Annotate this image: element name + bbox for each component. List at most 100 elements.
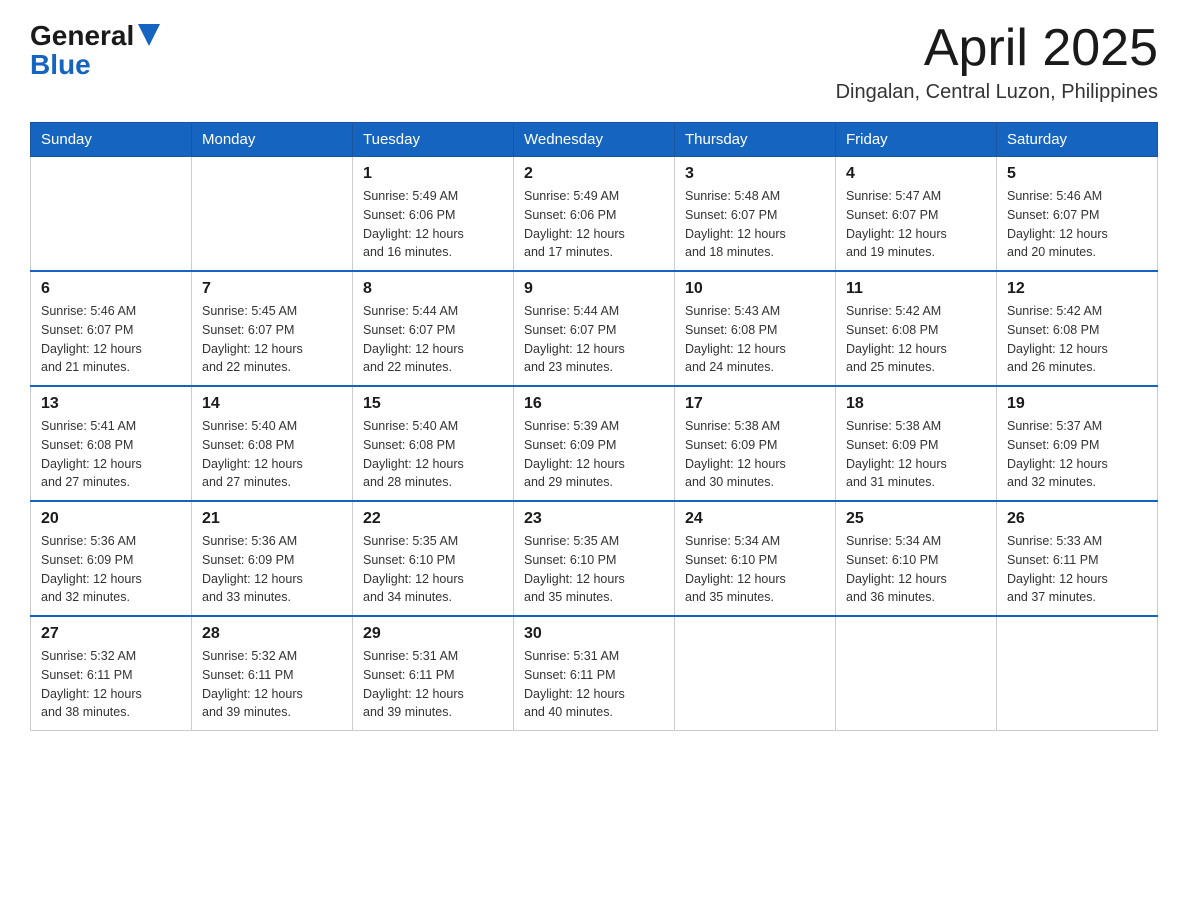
calendar-cell-w1-d2	[192, 157, 353, 272]
calendar-cell-w4-d1: 20 Sunrise: 5:36 AMSunset: 6:09 PMDayligh…	[31, 501, 192, 616]
calendar-cell-w3-d1: 13Sunrise: 5:41 AMSunset: 6:08 PMDayligh…	[31, 386, 192, 501]
calendar-week-3: 13Sunrise: 5:41 AMSunset: 6:08 PMDayligh…	[31, 386, 1158, 501]
day-number: 9	[524, 280, 664, 298]
day-info: Sunrise: 5:48 AMSunset: 6:07 PMDaylight:…	[685, 187, 825, 262]
day-number: 27	[41, 625, 181, 643]
logo-general-text: General	[30, 22, 134, 50]
day-info: Sunrise: 5:42 AMSunset: 6:08 PMDaylight:…	[1007, 302, 1147, 377]
col-saturday: Saturday	[997, 123, 1158, 157]
calendar-cell-w1-d6: 4 Sunrise: 5:47 AMSunset: 6:07 PMDaylight…	[836, 157, 997, 272]
calendar-cell-w5-d2: 28 Sunrise: 5:32 AMSunset: 6:11 PMDayligh…	[192, 616, 353, 731]
col-thursday: Thursday	[675, 123, 836, 157]
calendar-cell-w1-d4: 2 Sunrise: 5:49 AMSunset: 6:06 PMDaylight…	[514, 157, 675, 272]
day-number: 13	[41, 395, 181, 413]
month-title: April 2025	[836, 20, 1158, 77]
day-info: Sunrise: 5:45 AMSunset: 6:07 PMDaylight:…	[202, 302, 342, 377]
day-number: 3	[685, 165, 825, 183]
day-info: Sunrise: 5:39 AMSunset: 6:09 PMDaylight:…	[524, 417, 664, 492]
calendar-cell-w4-d3: 22 Sunrise: 5:35 AMSunset: 6:10 PMDayligh…	[353, 501, 514, 616]
calendar-cell-w3-d3: 15Sunrise: 5:40 AMSunset: 6:08 PMDayligh…	[353, 386, 514, 501]
day-info: Sunrise: 5:46 AMSunset: 6:07 PMDaylight:…	[1007, 187, 1147, 262]
calendar-cell-w4-d6: 25 Sunrise: 5:34 AMSunset: 6:10 PMDayligh…	[836, 501, 997, 616]
calendar-cell-w2-d6: 11Sunrise: 5:42 AMSunset: 6:08 PMDayligh…	[836, 271, 997, 386]
day-number: 8	[363, 280, 503, 298]
day-number: 14	[202, 395, 342, 413]
day-number: 26	[1007, 510, 1147, 528]
calendar-cell-w2-d1: 6 Sunrise: 5:46 AMSunset: 6:07 PMDaylight…	[31, 271, 192, 386]
day-number: 18	[846, 395, 986, 413]
day-number: 11	[846, 280, 986, 298]
calendar-table: Sunday Monday Tuesday Wednesday Thursday…	[30, 122, 1158, 731]
day-number: 29	[363, 625, 503, 643]
calendar-cell-w1-d7: 5Sunrise: 5:46 AMSunset: 6:07 PMDaylight…	[997, 157, 1158, 272]
day-info: Sunrise: 5:38 AMSunset: 6:09 PMDaylight:…	[846, 417, 986, 492]
calendar-cell-w5-d1: 27 Sunrise: 5:32 AMSunset: 6:11 PMDayligh…	[31, 616, 192, 731]
location-text: Dingalan, Central Luzon, Philippines	[836, 81, 1158, 104]
calendar-cell-w3-d7: 19Sunrise: 5:37 AMSunset: 6:09 PMDayligh…	[997, 386, 1158, 501]
day-number: 20	[41, 510, 181, 528]
day-info: Sunrise: 5:49 AMSunset: 6:06 PMDaylight:…	[363, 187, 503, 262]
day-number: 2	[524, 165, 664, 183]
day-number: 28	[202, 625, 342, 643]
page-header: General Blue April 2025 Dingalan, Centra…	[30, 20, 1158, 104]
day-info: Sunrise: 5:34 AMSunset: 6:10 PMDaylight:…	[685, 532, 825, 607]
calendar-week-4: 20 Sunrise: 5:36 AMSunset: 6:09 PMDayligh…	[31, 501, 1158, 616]
day-info: Sunrise: 5:36 AMSunset: 6:09 PMDaylight:…	[202, 532, 342, 607]
col-sunday: Sunday	[31, 123, 192, 157]
day-info: Sunrise: 5:44 AMSunset: 6:07 PMDaylight:…	[524, 302, 664, 377]
calendar-week-5: 27 Sunrise: 5:32 AMSunset: 6:11 PMDayligh…	[31, 616, 1158, 731]
calendar-cell-w1-d1	[31, 157, 192, 272]
calendar-cell-w5-d4: 30Sunrise: 5:31 AMSunset: 6:11 PMDayligh…	[514, 616, 675, 731]
col-wednesday: Wednesday	[514, 123, 675, 157]
day-info: Sunrise: 5:33 AMSunset: 6:11 PMDaylight:…	[1007, 532, 1147, 607]
day-number: 6	[41, 280, 181, 298]
day-info: Sunrise: 5:31 AMSunset: 6:11 PMDaylight:…	[363, 647, 503, 722]
day-number: 21	[202, 510, 342, 528]
day-info: Sunrise: 5:35 AMSunset: 6:10 PMDaylight:…	[363, 532, 503, 607]
calendar-cell-w5-d7	[997, 616, 1158, 731]
day-info: Sunrise: 5:36 AMSunset: 6:09 PMDaylight:…	[41, 532, 181, 607]
calendar-cell-w2-d3: 8 Sunrise: 5:44 AMSunset: 6:07 PMDaylight…	[353, 271, 514, 386]
day-info: Sunrise: 5:32 AMSunset: 6:11 PMDaylight:…	[202, 647, 342, 722]
logo-triangle-icon	[138, 24, 160, 46]
day-number: 7	[202, 280, 342, 298]
day-info: Sunrise: 5:35 AMSunset: 6:10 PMDaylight:…	[524, 532, 664, 607]
logo: General Blue	[30, 20, 160, 79]
day-info: Sunrise: 5:49 AMSunset: 6:06 PMDaylight:…	[524, 187, 664, 262]
day-info: Sunrise: 5:43 AMSunset: 6:08 PMDaylight:…	[685, 302, 825, 377]
day-number: 24	[685, 510, 825, 528]
col-tuesday: Tuesday	[353, 123, 514, 157]
calendar-cell-w4-d7: 26 Sunrise: 5:33 AMSunset: 6:11 PMDayligh…	[997, 501, 1158, 616]
day-info: Sunrise: 5:38 AMSunset: 6:09 PMDaylight:…	[685, 417, 825, 492]
col-friday: Friday	[836, 123, 997, 157]
day-number: 17	[685, 395, 825, 413]
calendar-week-1: 1 Sunrise: 5:49 AMSunset: 6:06 PMDaylight…	[31, 157, 1158, 272]
day-info: Sunrise: 5:32 AMSunset: 6:11 PMDaylight:…	[41, 647, 181, 722]
day-info: Sunrise: 5:46 AMSunset: 6:07 PMDaylight:…	[41, 302, 181, 377]
calendar-cell-w2-d4: 9 Sunrise: 5:44 AMSunset: 6:07 PMDaylight…	[514, 271, 675, 386]
calendar-cell-w5-d5	[675, 616, 836, 731]
day-number: 1	[363, 165, 503, 183]
calendar-cell-w4-d4: 23Sunrise: 5:35 AMSunset: 6:10 PMDayligh…	[514, 501, 675, 616]
day-info: Sunrise: 5:34 AMSunset: 6:10 PMDaylight:…	[846, 532, 986, 607]
calendar-cell-w2-d7: 12 Sunrise: 5:42 AMSunset: 6:08 PMDayligh…	[997, 271, 1158, 386]
calendar-cell-w1-d3: 1 Sunrise: 5:49 AMSunset: 6:06 PMDaylight…	[353, 157, 514, 272]
title-block: April 2025 Dingalan, Central Luzon, Phil…	[836, 20, 1158, 104]
day-number: 22	[363, 510, 503, 528]
day-number: 10	[685, 280, 825, 298]
calendar-cell-w3-d2: 14Sunrise: 5:40 AMSunset: 6:08 PMDayligh…	[192, 386, 353, 501]
day-number: 25	[846, 510, 986, 528]
day-number: 15	[363, 395, 503, 413]
calendar-cell-w5-d3: 29 Sunrise: 5:31 AMSunset: 6:11 PMDayligh…	[353, 616, 514, 731]
day-number: 4	[846, 165, 986, 183]
day-info: Sunrise: 5:37 AMSunset: 6:09 PMDaylight:…	[1007, 417, 1147, 492]
logo-blue-text: Blue	[30, 51, 91, 79]
calendar-cell-w4-d5: 24 Sunrise: 5:34 AMSunset: 6:10 PMDayligh…	[675, 501, 836, 616]
day-number: 12	[1007, 280, 1147, 298]
calendar-cell-w3-d5: 17 Sunrise: 5:38 AMSunset: 6:09 PMDayligh…	[675, 386, 836, 501]
day-info: Sunrise: 5:44 AMSunset: 6:07 PMDaylight:…	[363, 302, 503, 377]
day-info: Sunrise: 5:47 AMSunset: 6:07 PMDaylight:…	[846, 187, 986, 262]
calendar-cell-w5-d6	[836, 616, 997, 731]
col-monday: Monday	[192, 123, 353, 157]
calendar-header-row: Sunday Monday Tuesday Wednesday Thursday…	[31, 123, 1158, 157]
